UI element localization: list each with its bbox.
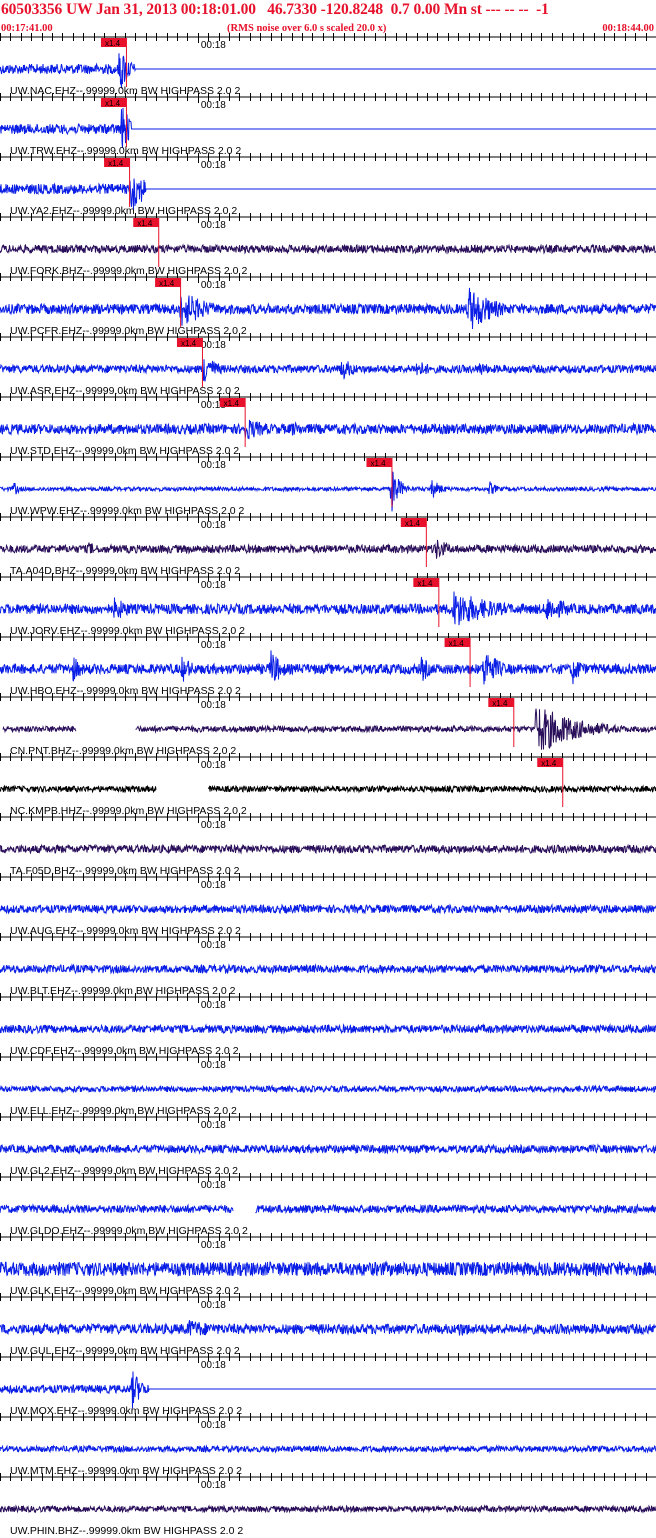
station-label: UW.CDF.EHZ--.99999.0km BW HIGHPASS 2.0 2 [10,1045,239,1057]
time-tick-label: 00:18 [201,700,226,711]
waveform-trace [0,650,656,685]
station-label: UW.GLDO.EHZ--.99999.0km BW HIGHPASS 2.0 … [10,1225,248,1237]
pick-label: x1.4 [159,279,175,288]
waveform-trace [0,963,656,975]
station-label: UW.YA2.EHZ--.99999.0km BW HIGHPASS 2.0 2 [10,205,237,217]
time-tick-label: 00:18 [201,1000,226,1011]
waveform-trace [0,1444,656,1454]
time-tick-label: 00:18 [201,1120,226,1131]
pick-label: x1.4 [137,219,153,228]
waveform-trace [0,1260,656,1278]
station-label: UW.ELL.EHZ--.99999.0km BW HIGHPASS 2.0 2 [10,1105,237,1117]
station-label: UW.MTM.EHZ--.99999.0km BW HIGHPASS 2.0 2 [10,1465,242,1477]
pick-label: x1.4 [417,579,433,588]
time-tick-label: 00:18 [201,580,226,591]
waveform-trace [0,107,656,149]
pick-label: x1.4 [181,339,197,348]
time-tick-label: 00:18 [201,1360,226,1371]
station-label: NC.KMPB.HHZ--.99999.0km BW HIGHPASS 2.0 … [10,805,247,817]
station-label: UW.ASR.EHZ--.99999.0km BW HIGHPASS 2.0 2 [10,385,240,397]
pick-label: x1.4 [370,459,386,468]
time-tick-label: 00:18 [201,1060,226,1071]
time-tick-label: 00:18 [201,340,226,351]
waveform-trace [0,1371,656,1409]
station-label: UW.FORK.BHZ--.99999.0km BW HIGHPASS 2.0 … [10,265,247,277]
time-tick-label: 00:18 [201,100,226,111]
station-label: UW.JORV.EHZ--.99999.0km BW HIGHPASS 2.0 … [10,625,245,637]
waveform-trace [0,53,656,89]
station-label: UW.MOX.EHZ--.99999.0km BW HIGHPASS 2.0 2 [10,1405,242,1417]
time-tick-label: 00:18 [201,640,226,651]
time-tick-label: 00:18 [201,880,226,891]
waveform-trace [0,903,656,915]
waveform-trace [0,243,656,255]
pick-label: x1.4 [541,759,557,768]
station-label: UW.PHIN.BHZ--.99999.0km BW HIGHPASS 2.0 … [10,1525,243,1537]
time-tick-label: 00:18 [201,460,226,471]
pick-label: x1.4 [405,519,421,528]
waveform-trace [2,708,656,750]
waveform-trace [0,1203,656,1215]
station-label: UW.BLT.EHZ--.99999.0km BW HIGHPASS 2.0 2 [10,985,236,997]
waveform-trace [0,1143,656,1155]
waveform-trace [0,287,656,330]
waveform-trace [0,784,656,794]
pick-label: x1.4 [108,159,124,168]
time-tick-label: 00:18 [201,940,226,951]
pick-label: x1.4 [224,399,240,408]
station-label: UW.GLK.EHZ--.99999.0km BW HIGHPASS 2.0 2 [10,1285,239,1297]
pick-label: x1.4 [105,39,121,48]
seismogram-plot: 00:18x1.4UW.NAC.EHZ--.99999.0km BW HIGHP… [0,33,656,1537]
station-label: UW.PCFR.EHZ--.99999.0km BW HIGHPASS 2.0 … [10,325,247,337]
waveform-trace [0,591,656,626]
time-tick-label: 00:18 [201,1420,226,1431]
time-tick-label: 00:18 [201,820,226,831]
time-tick-label: 00:18 [201,220,226,231]
station-label: UW.GL2.EHZ--.99999.0km BW HIGHPASS 2.0 2 [10,1165,238,1177]
station-label: UW.WPW.EHZ--.99999.0km BW HIGHPASS 2.0 2 [10,505,245,517]
waveform-trace [0,1320,656,1336]
time-tick-label: 00:18 [201,1180,226,1191]
station-label: CN.PNT.BHZ--.99999.0km BW HIGHPASS 2.0 2 [10,745,236,757]
time-axis: 00:18 [0,33,656,51]
waveform-trace [0,1023,656,1035]
time-tick-label: 00:18 [201,1300,226,1311]
time-tick-label: 00:18 [201,1240,226,1251]
station-label: UW.STD.EHZ--.99999.0km BW HIGHPASS 2.0 2 [10,445,239,457]
pick-label: x1.4 [492,699,508,708]
station-label: TA.F05D.BHZ--.99999.0km BW HIGHPASS 2.0 … [10,865,240,877]
time-tick-label: 00:18 [201,160,226,171]
station-label: UW.GUL.EHZ--.99999.0km BW HIGHPASS 2.0 2 [10,1345,240,1357]
time-tick-label: 00:18 [201,760,226,771]
waveform-trace [0,843,656,855]
waveform-trace [0,539,656,559]
time-tick-label: 00:18 [201,1480,226,1491]
pick-label: x1.4 [105,99,121,108]
pick-label: x1.4 [449,639,465,648]
time-tick-label: 00:18 [201,40,226,51]
time-tick-label: 00:18 [201,520,226,531]
waveform-trace [0,1504,656,1514]
waveform-trace [0,1084,656,1094]
time-tick-label: 00:18 [201,280,226,291]
waveform-trace [0,359,656,382]
waveform-trace [0,419,656,440]
